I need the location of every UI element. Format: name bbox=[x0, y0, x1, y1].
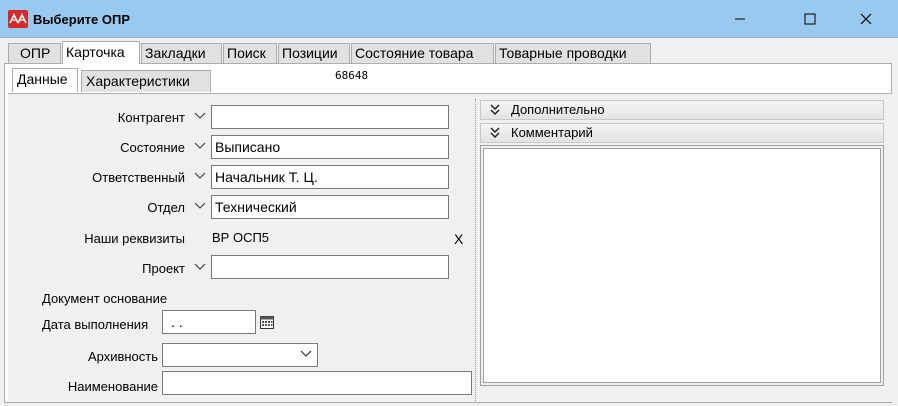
splitter[interactable] bbox=[475, 99, 476, 401]
rekvizity-clear-button[interactable]: X bbox=[454, 231, 463, 247]
close-button[interactable] bbox=[843, 0, 889, 38]
main-tabs: ОПР Карточка Закладки Поиск Позиции Сост… bbox=[0, 41, 898, 64]
data-vypolneniya-field[interactable]: . . bbox=[162, 310, 256, 334]
double-chevron-down-icon bbox=[490, 104, 500, 116]
window-title: Выберите ОПР bbox=[33, 12, 131, 27]
kommentariy-label: Комментарий bbox=[511, 125, 593, 140]
subtab-dannye[interactable]: Данные bbox=[12, 68, 78, 92]
calendar-button[interactable] bbox=[260, 315, 274, 332]
minimize-icon bbox=[735, 18, 745, 20]
maximize-icon bbox=[804, 13, 816, 25]
record-id: 68648 bbox=[334, 67, 402, 92]
tab-tovarnye-provodki[interactable]: Товарные проводки bbox=[495, 43, 651, 63]
proekt-dropdown[interactable] bbox=[190, 257, 209, 277]
title-bar: Выберите ОПР bbox=[0, 0, 898, 38]
otdel-dropdown[interactable] bbox=[190, 196, 209, 216]
otdel-field[interactable]: Технический bbox=[211, 195, 449, 219]
otvetstvenny-dropdown[interactable] bbox=[190, 166, 209, 186]
otvetstvenny-label: Ответственный bbox=[92, 170, 185, 185]
subtab-harakteristiki[interactable]: Характеристики bbox=[81, 70, 211, 92]
kommentariy-header[interactable]: Комментарий bbox=[480, 123, 884, 143]
chevron-down-icon bbox=[194, 263, 205, 270]
arhivnost-select[interactable] bbox=[162, 343, 318, 367]
comment-textarea[interactable] bbox=[483, 148, 881, 383]
tab-zakladki[interactable]: Закладки bbox=[141, 43, 222, 63]
tab-poisk[interactable]: Поиск bbox=[223, 43, 277, 63]
tab-kartochka[interactable]: Карточка bbox=[62, 41, 140, 64]
sostoyanie-field[interactable]: Выписано bbox=[211, 135, 449, 159]
calendar-icon bbox=[260, 316, 274, 329]
sostoyanie-label: Состояние bbox=[120, 140, 185, 155]
dopolnitelno-header[interactable]: Дополнительно bbox=[480, 100, 884, 120]
naimenovanie-field[interactable] bbox=[162, 371, 472, 395]
kontragent-field[interactable] bbox=[211, 105, 449, 129]
proekt-field[interactable] bbox=[211, 255, 449, 279]
otdel-label: Отдел bbox=[147, 200, 185, 215]
tab-pozitsii[interactable]: Позиции bbox=[278, 43, 350, 63]
sostoyanie-dropdown[interactable] bbox=[190, 136, 209, 156]
tab-opr[interactable]: ОПР bbox=[8, 43, 61, 63]
close-icon bbox=[860, 13, 872, 25]
otvetstvenny-field[interactable]: Начальник Т. Ц. bbox=[211, 165, 449, 189]
minimize-button[interactable] bbox=[717, 0, 763, 38]
double-chevron-down-icon bbox=[490, 127, 500, 139]
proekt-label: Проект bbox=[142, 261, 185, 276]
kontragent-dropdown[interactable] bbox=[190, 106, 209, 126]
tab-sostoyanie-tovara[interactable]: Состояние товара bbox=[351, 43, 494, 63]
arhivnost-label: Архивность bbox=[87, 349, 158, 364]
naimenovanie-label: Наименование bbox=[67, 379, 158, 394]
chevron-down-icon bbox=[194, 202, 205, 209]
rekvizity-label: Наши реквизиты bbox=[84, 231, 185, 246]
maximize-button[interactable] bbox=[787, 0, 833, 38]
chevron-down-icon bbox=[194, 112, 205, 119]
dopolnitelno-label: Дополнительно bbox=[511, 102, 605, 117]
data-vypolneniya-label: Дата выполнения bbox=[42, 317, 149, 332]
chevron-down-icon bbox=[194, 172, 205, 179]
comment-panel bbox=[480, 145, 884, 386]
chevron-down-icon bbox=[194, 142, 205, 149]
doc-osnovanie-label: Документ основание bbox=[42, 291, 168, 306]
chevron-down-icon bbox=[300, 350, 312, 357]
kontragent-label: Контрагент bbox=[117, 110, 185, 125]
app-logo-icon bbox=[8, 10, 28, 28]
rekvizity-value: ВР ОСП5 bbox=[212, 230, 270, 245]
